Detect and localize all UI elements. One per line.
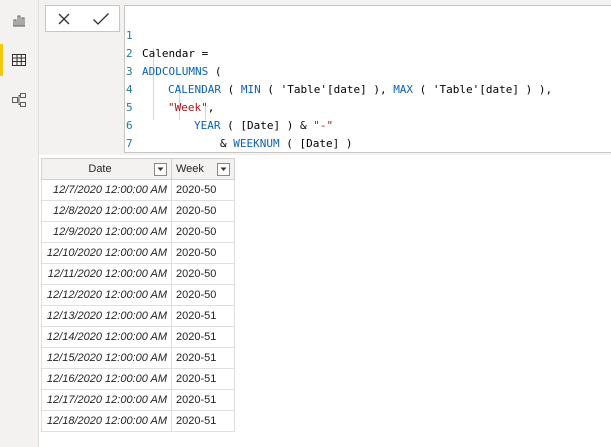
column-header-date[interactable]: Date xyxy=(41,158,172,180)
formula-editor[interactable]: 1 Calendar = 2 ADDCOLUMNS ( 3 CALENDAR (… xyxy=(124,5,611,168)
formula-commit-box xyxy=(45,5,120,32)
code-line-4: 4 "Week", xyxy=(125,63,214,114)
week-cell[interactable]: 2020-50 xyxy=(171,221,235,243)
data-view-button[interactable] xyxy=(0,41,38,79)
date-cell[interactable]: 12/17/2020 12:00:00 AM xyxy=(41,389,172,411)
model-icon xyxy=(12,93,26,107)
code-text: & xyxy=(220,137,234,150)
date-cell[interactable]: 12/15/2020 12:00:00 AM xyxy=(41,347,172,369)
column-header-label: Week xyxy=(176,163,204,175)
week-cell[interactable]: 2020-51 xyxy=(171,389,235,411)
week-cell[interactable]: 2020-51 xyxy=(171,326,235,348)
week-cell[interactable]: 2020-50 xyxy=(171,242,235,264)
column-header-label: Date xyxy=(88,163,112,175)
code-text: ( 'Table'[date] ), xyxy=(260,83,394,96)
bar-chart-icon xyxy=(13,15,25,27)
function-token: MAX xyxy=(393,83,414,96)
data-table: Date Week 12/7/2020 12:00:00 AM 2020-50 1… xyxy=(41,158,235,432)
model-view-button[interactable] xyxy=(0,81,38,119)
report-view-button[interactable] xyxy=(0,1,38,39)
code-line-7: 7 ) xyxy=(125,117,152,168)
function-token: MIN xyxy=(240,83,261,96)
date-cell[interactable]: 12/9/2020 12:00:00 AM xyxy=(41,221,172,243)
date-cell[interactable]: 12/12/2020 12:00:00 AM xyxy=(41,284,172,306)
filter-dropdown-button[interactable] xyxy=(217,162,230,176)
cancel-formula-button[interactable] xyxy=(46,6,83,31)
date-cell[interactable]: 12/7/2020 12:00:00 AM xyxy=(41,179,172,201)
code-text: ( xyxy=(208,65,222,78)
code-text: ( [Date] ) xyxy=(279,137,353,150)
table-row: 12/11/2020 12:00:00 AM 2020-50 xyxy=(41,263,235,285)
code-line-2: 2 ADDCOLUMNS ( xyxy=(125,27,221,78)
table-row: 12/16/2020 12:00:00 AM 2020-51 xyxy=(41,368,235,390)
date-cell[interactable]: 12/18/2020 12:00:00 AM xyxy=(41,410,172,432)
table-row: 12/12/2020 12:00:00 AM 2020-50 xyxy=(41,284,235,306)
function-token: ADDCOLUMNS xyxy=(142,65,209,78)
week-cell[interactable]: 2020-50 xyxy=(171,284,235,306)
table-row: 12/10/2020 12:00:00 AM 2020-50 xyxy=(41,242,235,264)
table-row: 12/8/2020 12:00:00 AM 2020-50 xyxy=(41,200,235,222)
code-line-6: 6 & WEEKNUM ( [Date] ) xyxy=(125,99,352,150)
table-row: 12/7/2020 12:00:00 AM 2020-50 xyxy=(41,179,235,201)
date-cell[interactable]: 12/8/2020 12:00:00 AM xyxy=(41,200,172,222)
function-token: YEAR xyxy=(194,119,221,132)
table-row: 12/15/2020 12:00:00 AM 2020-51 xyxy=(41,347,235,369)
table-row: 12/18/2020 12:00:00 AM 2020-51 xyxy=(41,410,235,432)
function-token: CALENDAR xyxy=(168,83,221,96)
date-cell[interactable]: 12/11/2020 12:00:00 AM xyxy=(41,263,172,285)
chevron-down-icon xyxy=(220,167,227,171)
table-row: 12/9/2020 12:00:00 AM 2020-50 xyxy=(41,221,235,243)
code-text: Calendar = xyxy=(142,47,209,60)
string-token: "Week" xyxy=(168,101,208,114)
commit-formula-button[interactable] xyxy=(83,6,120,31)
chevron-down-icon xyxy=(157,167,164,171)
code-line-5: 5 YEAR ( [Date] ) & "-" xyxy=(125,81,333,132)
check-icon xyxy=(92,12,109,25)
column-header-week[interactable]: Week xyxy=(171,158,235,180)
code-line-8: 8 xyxy=(125,135,152,168)
view-rail xyxy=(0,0,39,447)
date-cell[interactable]: 12/16/2020 12:00:00 AM xyxy=(41,368,172,390)
week-cell[interactable]: 2020-51 xyxy=(171,368,235,390)
code-text: ( xyxy=(220,83,241,96)
table-grid-icon xyxy=(12,54,26,66)
code-line-3: 3 CALENDAR ( MIN ( 'Table'[date] ), MAX … xyxy=(125,45,552,96)
date-cell[interactable]: 12/13/2020 12:00:00 AM xyxy=(41,305,172,327)
code-line-1: 1 Calendar = xyxy=(125,9,208,60)
string-token: "-" xyxy=(313,119,334,132)
week-cell[interactable]: 2020-50 xyxy=(171,179,235,201)
close-icon xyxy=(58,13,70,24)
function-token: WEEKNUM xyxy=(233,137,280,150)
table-row: 12/14/2020 12:00:00 AM 2020-51 xyxy=(41,326,235,348)
code-text: ( 'Table'[date] ) ), xyxy=(413,83,553,96)
code-text: ( [Date] ) & xyxy=(220,119,314,132)
table-row: 12/17/2020 12:00:00 AM 2020-51 xyxy=(41,389,235,411)
table-row: 12/13/2020 12:00:00 AM 2020-51 xyxy=(41,305,235,327)
week-cell[interactable]: 2020-51 xyxy=(171,347,235,369)
week-cell[interactable]: 2020-51 xyxy=(171,305,235,327)
date-cell[interactable]: 12/14/2020 12:00:00 AM xyxy=(41,326,172,348)
code-text: , xyxy=(207,101,215,114)
week-cell[interactable]: 2020-50 xyxy=(171,263,235,285)
date-cell[interactable]: 12/10/2020 12:00:00 AM xyxy=(41,242,172,264)
week-cell[interactable]: 2020-50 xyxy=(171,200,235,222)
week-cell[interactable]: 2020-51 xyxy=(171,410,235,432)
filter-dropdown-button[interactable] xyxy=(154,162,167,176)
